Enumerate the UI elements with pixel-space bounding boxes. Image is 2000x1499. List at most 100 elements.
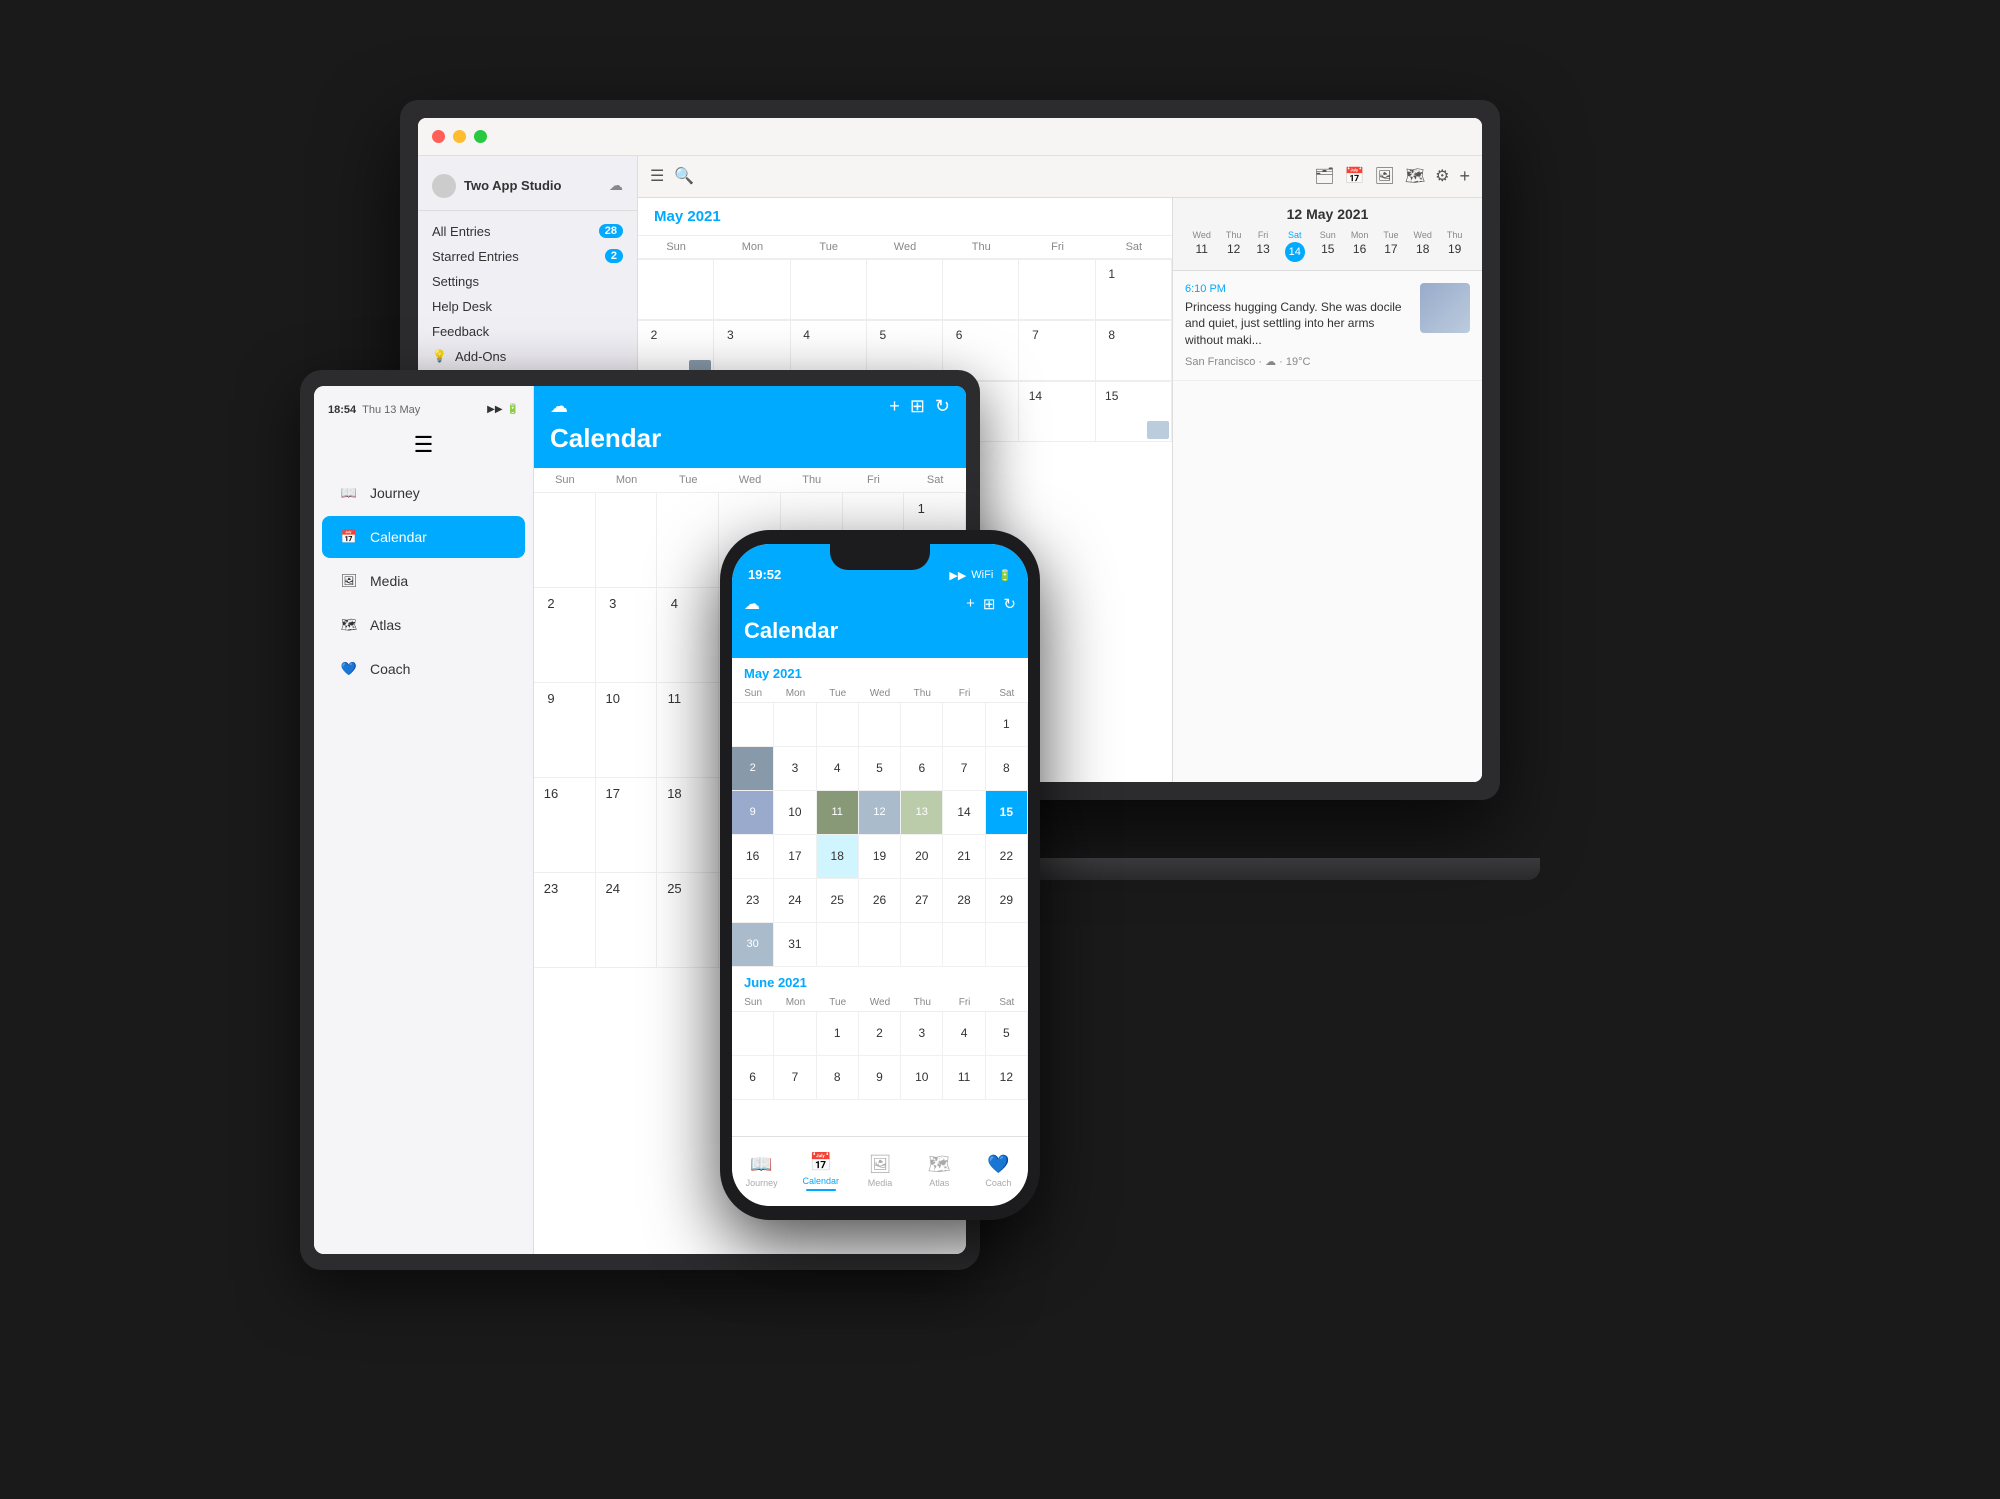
phone-tab-media[interactable]: 🖼 Media [850, 1154, 909, 1188]
phone-cell-1[interactable]: 1 [986, 703, 1028, 747]
phone-june-5[interactable]: 5 [986, 1012, 1028, 1056]
phone-june-8[interactable]: 8 [817, 1056, 859, 1100]
phone-tab-coach[interactable]: 💙 Coach [969, 1154, 1028, 1188]
tablet-cell-17[interactable]: 17 [596, 778, 658, 873]
tablet-cell-e2[interactable] [596, 493, 658, 588]
close-button[interactable] [432, 130, 445, 143]
phone-cell-20[interactable]: 20 [901, 835, 943, 879]
phone-june-12[interactable]: 12 [986, 1056, 1028, 1100]
search-icon[interactable]: 🔍 [674, 166, 694, 186]
tablet-sidebar-calendar[interactable]: 📅 Calendar [322, 516, 525, 558]
bag-icon[interactable]: 🗂 [1314, 166, 1334, 186]
photo-icon[interactable]: 🖼 [1375, 166, 1395, 186]
tablet-cell-4[interactable]: 4 [657, 588, 719, 683]
phone-cell-7[interactable]: 7 [943, 747, 985, 791]
phone-cell-e11[interactable] [986, 923, 1028, 967]
add-button[interactable]: + [1459, 166, 1470, 187]
tablet-cell-18[interactable]: 18 [657, 778, 719, 873]
tablet-cell-9[interactable]: 9 [534, 683, 596, 778]
phone-cell-27[interactable]: 27 [901, 879, 943, 923]
tablet-cell-e1[interactable] [534, 493, 596, 588]
phone-cell-e2[interactable] [774, 703, 816, 747]
phone-cell-24[interactable]: 24 [774, 879, 816, 923]
tablet-cell-25[interactable]: 25 [657, 873, 719, 968]
phone-cell-e7[interactable] [817, 923, 859, 967]
phone-june-1[interactable]: 1 [817, 1012, 859, 1056]
phone-cell-e6[interactable] [943, 703, 985, 747]
tablet-sidebar-coach[interactable]: 💙 Coach [322, 648, 525, 690]
tablet-cell-10[interactable]: 10 [596, 683, 658, 778]
mac-cal-cell-empty-5[interactable] [943, 260, 1019, 320]
sidebar-item-settings[interactable]: Settings [418, 269, 637, 294]
phone-cell-14[interactable]: 14 [943, 791, 985, 835]
tablet-sidebar-atlas[interactable]: 🗺 Atlas [322, 604, 525, 646]
mac-week-day-16[interactable]: Mon16 [1351, 230, 1369, 262]
sidebar-toggle-icon[interactable]: ☰ [650, 166, 664, 186]
tablet-cell-16[interactable]: 16 [534, 778, 596, 873]
phone-cell-3[interactable]: 3 [774, 747, 816, 791]
phone-june-4[interactable]: 4 [943, 1012, 985, 1056]
mac-week-day-18[interactable]: Wed18 [1414, 230, 1432, 262]
phone-cell-26[interactable]: 26 [859, 879, 901, 923]
phone-june-10[interactable]: 10 [901, 1056, 943, 1100]
mac-week-day-11[interactable]: Wed11 [1193, 230, 1211, 262]
minimize-button[interactable] [453, 130, 466, 143]
phone-cell-19[interactable]: 19 [859, 835, 901, 879]
phone-cell-6[interactable]: 6 [901, 747, 943, 791]
tablet-sync-button[interactable]: ↻ [935, 396, 950, 417]
mac-week-day-19[interactable]: Thu19 [1447, 230, 1463, 262]
sidebar-item-starred[interactable]: Starred Entries 2 [418, 244, 637, 269]
phone-cell-e9[interactable] [901, 923, 943, 967]
phone-cell-30[interactable]: 30 [732, 923, 774, 967]
phone-june-e1[interactable] [732, 1012, 774, 1056]
phone-cell-29[interactable]: 29 [986, 879, 1028, 923]
phone-cell-e4[interactable] [859, 703, 901, 747]
phone-cell-25[interactable]: 25 [817, 879, 859, 923]
mac-cal-cell-empty-4[interactable] [867, 260, 943, 320]
sidebar-item-helpdesk[interactable]: Help Desk [418, 294, 637, 319]
phone-june-6[interactable]: 6 [732, 1056, 774, 1100]
sidebar-item-addons[interactable]: 💡 Add-Ons [418, 344, 637, 369]
phone-cell-23[interactable]: 23 [732, 879, 774, 923]
mac-cal-cell-empty-1[interactable] [638, 260, 714, 320]
phone-cell-e5[interactable] [901, 703, 943, 747]
mac-cal-cell-empty-6[interactable] [1019, 260, 1095, 320]
phone-june-3[interactable]: 3 [901, 1012, 943, 1056]
phone-cell-e1[interactable] [732, 703, 774, 747]
mac-week-day-15[interactable]: Sun15 [1320, 230, 1336, 262]
tablet-cell-e3[interactable] [657, 493, 719, 588]
phone-cell-e8[interactable] [859, 923, 901, 967]
tablet-cell-11[interactable]: 11 [657, 683, 719, 778]
mac-cal-cell-8[interactable]: 8 [1096, 321, 1172, 381]
phone-cell-11[interactable]: 11 [817, 791, 859, 835]
phone-cell-16[interactable]: 16 [732, 835, 774, 879]
sidebar-item-all-entries[interactable]: All Entries 28 [418, 219, 637, 244]
tablet-cell-23[interactable]: 23 [534, 873, 596, 968]
mac-week-day-12[interactable]: Thu12 [1226, 230, 1242, 262]
sidebar-collapse-icon[interactable]: ☰ [414, 432, 434, 458]
maximize-button[interactable] [474, 130, 487, 143]
mac-cal-cell-1[interactable]: 1 [1096, 260, 1172, 320]
calendar-icon[interactable]: 📅 [1345, 166, 1365, 186]
mac-cal-cell-14[interactable]: 14 [1019, 382, 1095, 442]
phone-june-9[interactable]: 9 [859, 1056, 901, 1100]
phone-add-button[interactable]: + [966, 595, 975, 613]
mac-cal-cell-empty-3[interactable] [791, 260, 867, 320]
settings-icon[interactable]: ⚙ [1435, 166, 1449, 186]
phone-june-11[interactable]: 11 [943, 1056, 985, 1100]
phone-cell-e3[interactable] [817, 703, 859, 747]
phone-sync-button[interactable]: ↻ [1003, 595, 1016, 613]
phone-tab-atlas[interactable]: 🗺 Atlas [910, 1154, 969, 1188]
tablet-cell-3[interactable]: 3 [596, 588, 658, 683]
map-icon[interactable]: 🗺 [1405, 166, 1425, 186]
phone-cell-13[interactable]: 13 [901, 791, 943, 835]
phone-cell-22[interactable]: 22 [986, 835, 1028, 879]
phone-cell-2[interactable]: 2 [732, 747, 774, 791]
mac-cal-cell-empty-2[interactable] [714, 260, 790, 320]
tablet-cell-2[interactable]: 2 [534, 588, 596, 683]
phone-june-7[interactable]: 7 [774, 1056, 816, 1100]
tablet-add-button[interactable]: + [889, 396, 900, 417]
phone-cell-28[interactable]: 28 [943, 879, 985, 923]
phone-cell-9[interactable]: 9 [732, 791, 774, 835]
phone-cell-e10[interactable] [943, 923, 985, 967]
